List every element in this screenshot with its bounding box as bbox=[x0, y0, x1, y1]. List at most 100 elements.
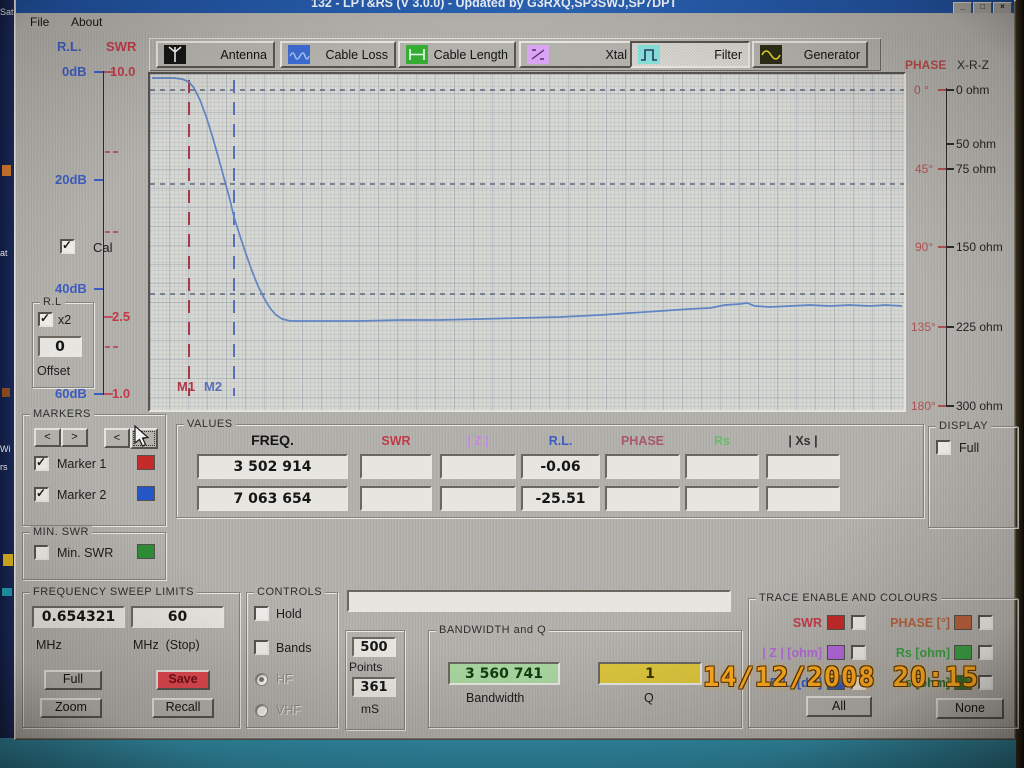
offset-label: Offset bbox=[37, 364, 70, 378]
bands-checkbox[interactable] bbox=[254, 640, 269, 655]
rl-tick-20db: 20dB bbox=[55, 172, 87, 187]
header-z: | Z | bbox=[440, 434, 516, 448]
display-full-label: Full bbox=[959, 441, 979, 455]
xtal-button-label: Xtal bbox=[605, 48, 627, 62]
cal-label: Cal bbox=[93, 240, 113, 255]
points-input[interactable]: 500 bbox=[352, 637, 396, 657]
hf-radio[interactable] bbox=[255, 673, 268, 686]
trace-z-swatch[interactable] bbox=[827, 645, 845, 660]
trace-z-checkbox[interactable] bbox=[851, 645, 866, 660]
cable-length-button[interactable]: Cable Length bbox=[398, 41, 516, 68]
header-swr: SWR bbox=[360, 434, 432, 448]
marker1-color-swatch[interactable] bbox=[137, 455, 155, 470]
filter-button[interactable]: Filter bbox=[630, 41, 750, 68]
axis-tick bbox=[946, 246, 954, 248]
x2-checkbox[interactable] bbox=[38, 312, 53, 327]
phase-axis-title: PHASE bbox=[905, 58, 946, 72]
marker2-checkbox[interactable] bbox=[34, 487, 49, 502]
title-bar[interactable]: 132 - LPT&RS (V 3.0.0) - Updated by G3RX… bbox=[16, 0, 1014, 13]
trace-swr-swatch[interactable] bbox=[827, 615, 845, 630]
axis-tick bbox=[946, 89, 954, 91]
rl-axis-title: R.L. bbox=[57, 39, 82, 54]
sweep-start-input[interactable]: 0.654321 bbox=[32, 606, 125, 628]
vhf-label: VHF bbox=[276, 703, 301, 717]
min-swr-label: Min. SWR bbox=[57, 546, 113, 560]
sweep-save-button[interactable]: Save bbox=[156, 670, 210, 690]
cable-length-icon bbox=[406, 45, 428, 64]
hold-checkbox[interactable] bbox=[254, 606, 269, 621]
generator-icon bbox=[760, 45, 782, 64]
desktop-icon bbox=[2, 165, 11, 176]
min-swr-checkbox[interactable] bbox=[34, 545, 49, 560]
desktop-icon bbox=[3, 554, 13, 566]
left-axis-line bbox=[103, 71, 104, 395]
marker1-prev-button[interactable]: < bbox=[34, 428, 61, 447]
desktop-icon bbox=[2, 388, 10, 397]
display-group-title: DISPLAY bbox=[936, 420, 991, 432]
q-value: 1 bbox=[598, 662, 702, 685]
filter-icon bbox=[638, 45, 660, 64]
axis-tick bbox=[94, 71, 103, 73]
trace-rs-swatch[interactable] bbox=[954, 645, 972, 660]
min-swr-color-swatch[interactable] bbox=[137, 544, 155, 559]
axis-tick bbox=[938, 168, 946, 170]
trace-phase-checkbox[interactable] bbox=[978, 615, 993, 630]
offset-input[interactable]: 0 bbox=[38, 336, 82, 357]
z-value-m1 bbox=[440, 454, 516, 479]
swr-axis-title: SWR bbox=[106, 39, 136, 54]
bands-label: Bands bbox=[276, 641, 311, 655]
sweep-plot[interactable]: M1 M2 bbox=[148, 72, 906, 412]
controls-group-title: CONTROLS bbox=[254, 586, 325, 598]
cal-checkbox[interactable] bbox=[60, 239, 75, 254]
xrz-axis-title: X-R-Z bbox=[957, 58, 989, 72]
xs-value-m1 bbox=[766, 454, 840, 479]
marker1-checkbox[interactable] bbox=[34, 456, 49, 471]
bandwidth-q-title: BANDWIDTH and Q bbox=[436, 624, 549, 636]
marker1-label-text: Marker 1 bbox=[57, 457, 106, 471]
menu-file[interactable]: File bbox=[30, 15, 49, 29]
sweep-zoom-button[interactable]: Zoom bbox=[40, 698, 102, 718]
sweep-start-unit: MHz bbox=[36, 638, 62, 652]
rl-offset-group-title: R.L bbox=[40, 296, 65, 308]
antenna-icon bbox=[164, 45, 186, 64]
trace-all-button[interactable]: All bbox=[806, 696, 872, 717]
marker1-next-button[interactable]: > bbox=[61, 428, 88, 447]
xtal-button[interactable]: Xtal bbox=[519, 41, 635, 68]
phase-tick: 45° bbox=[915, 162, 933, 176]
axis-tick bbox=[938, 405, 946, 407]
antenna-button-label: Antenna bbox=[220, 48, 267, 62]
marker2-color-swatch[interactable] bbox=[137, 486, 155, 501]
antenna-button[interactable]: Antenna bbox=[156, 41, 275, 68]
plot-canvas bbox=[150, 74, 904, 410]
points-label: Points bbox=[349, 660, 382, 674]
trace-none-button[interactable]: None bbox=[936, 698, 1004, 719]
menu-about[interactable]: About bbox=[71, 15, 102, 29]
bandwidth-value: 3 560 741 bbox=[448, 662, 560, 685]
sweep-stop-input[interactable]: 60 bbox=[131, 606, 224, 628]
marker2-prev-button[interactable]: < bbox=[104, 428, 130, 448]
rl-value-m1: -0.06 bbox=[521, 454, 600, 479]
display-full-checkbox[interactable] bbox=[936, 440, 951, 455]
swr-axis-dash bbox=[105, 346, 118, 348]
values-group-title: VALUES bbox=[184, 418, 236, 430]
cable-loss-button-label: Cable Loss bbox=[325, 48, 388, 62]
trace-z-label: | Z | [ohm] bbox=[752, 646, 822, 660]
trace-phase-swatch[interactable] bbox=[954, 615, 972, 630]
trace-rs-checkbox[interactable] bbox=[978, 645, 993, 660]
trace-group-title: TRACE ENABLE AND COLOURS bbox=[756, 592, 941, 604]
vhf-radio[interactable] bbox=[255, 704, 268, 717]
axis-tick bbox=[94, 179, 103, 181]
sweep-recall-button[interactable]: Recall bbox=[152, 698, 214, 718]
ms-input[interactable]: 361 bbox=[352, 677, 396, 697]
trace-swr-label: SWR bbox=[752, 616, 822, 630]
cable-loss-button[interactable]: Cable Loss bbox=[280, 41, 396, 68]
sweep-full-button[interactable]: Full bbox=[44, 670, 102, 690]
phase-value-m1 bbox=[605, 454, 680, 479]
phase-tick: 0 ° bbox=[914, 83, 929, 97]
generator-button[interactable]: Generator bbox=[752, 41, 868, 68]
trace-swr-checkbox[interactable] bbox=[851, 615, 866, 630]
sweep-stop-unit: MHz (Stop) bbox=[133, 638, 200, 652]
ohm-tick: 150 ohm bbox=[956, 240, 1003, 254]
mouse-cursor bbox=[133, 425, 153, 449]
trace-xs-checkbox[interactable] bbox=[978, 675, 993, 690]
